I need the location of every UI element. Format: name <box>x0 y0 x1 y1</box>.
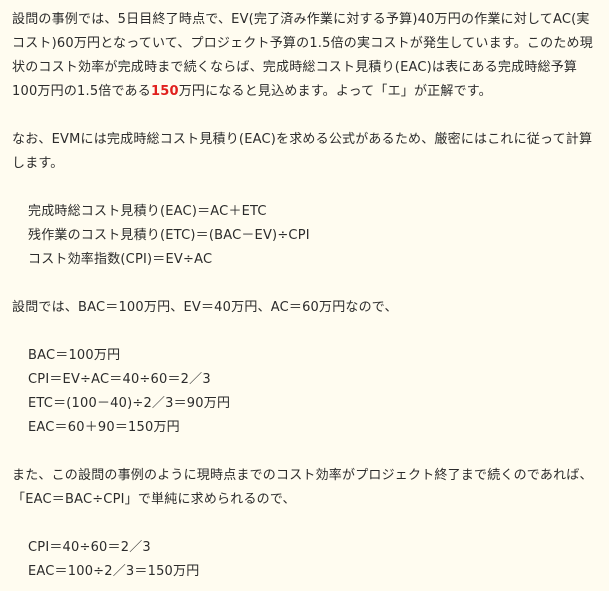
calc2-eac: EAC＝100÷2／3＝150万円 <box>28 564 200 579</box>
calc-eac: EAC＝60＋90＝150万円 <box>28 420 180 435</box>
explanation-body: 設問の事例では、5日目終了時点で、EV(完了済み作業に対する予算)40万円の作業… <box>0 0 609 591</box>
formula-block: 完成時総コスト見積り(EAC)＝AC＋ETC 残作業のコスト見積り(ETC)＝(… <box>12 200 600 272</box>
paragraph-intro-text-2: 万円になると見込めます。よって「エ」が正解です。 <box>178 84 492 99</box>
calculation-block-1: BAC＝100万円 CPI＝EV÷AC＝40÷60＝2／3 ETC＝(100－4… <box>12 344 600 440</box>
paragraph-shortcut: また、この設問の事例のように現時点までのコスト効率がプロジェクト終了まで続くので… <box>12 468 593 507</box>
calc-etc: ETC＝(100－40)÷2／3＝90万円 <box>28 396 231 411</box>
formula-etc: 残作業のコスト見積り(ETC)＝(BAC－EV)÷CPI <box>28 228 310 243</box>
paragraph-evm-note: なお、EVMには完成時総コスト見積り(EAC)を求める公式があるため、厳密にはこ… <box>12 132 593 171</box>
calculation-block-2: CPI＝40÷60＝2／3 EAC＝100÷2／3＝150万円 <box>12 536 600 584</box>
calc-bac: BAC＝100万円 <box>28 348 121 363</box>
paragraph-given-values: 設問では、BAC＝100万円、EV＝40万円、AC＝60万円なので、 <box>12 300 398 315</box>
formula-eac: 完成時総コスト見積り(EAC)＝AC＋ETC <box>28 204 267 219</box>
calc-cpi: CPI＝EV÷AC＝40÷60＝2／3 <box>28 372 211 387</box>
paragraph-intro: 設問の事例では、5日目終了時点で、EV(完了済み作業に対する予算)40万円の作業… <box>12 0 600 104</box>
formula-cpi: コスト効率指数(CPI)＝EV÷AC <box>28 252 213 267</box>
highlighted-answer-value: 150 <box>150 84 179 99</box>
calc2-cpi: CPI＝40÷60＝2／3 <box>28 540 151 555</box>
